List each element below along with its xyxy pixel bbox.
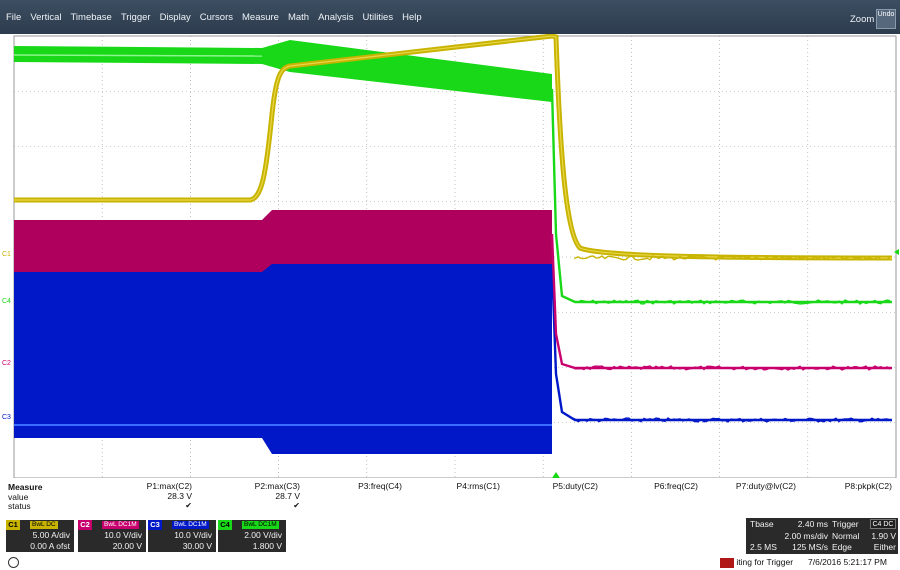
menu-math[interactable]: Math	[288, 12, 309, 23]
channel-c1-marker[interactable]: C1	[2, 251, 11, 258]
measure-param-p6[interactable]: P6:freq(C2)	[618, 481, 698, 492]
measure-param-p7[interactable]: P7:duty@lv(C2)	[716, 481, 796, 492]
trigger-level: 1.90 V	[871, 531, 896, 541]
sample-count: 2.5 MS	[750, 542, 777, 552]
trace-c4-tail	[550, 88, 892, 304]
trace-c3-tail	[550, 263, 892, 422]
trace-c4-center	[13, 54, 263, 57]
timebase-div: 2.00 ms/div	[784, 531, 828, 541]
menu-items: File Vertical Timebase Trigger Display C…	[6, 12, 431, 23]
channel-c2-marker[interactable]: C2	[2, 360, 11, 367]
param-name: P3:freq(C4)	[358, 481, 402, 491]
measure-param-p8[interactable]: P8:pkpk(C2)	[812, 481, 892, 492]
menu-analysis[interactable]: Analysis	[318, 12, 353, 23]
undo-button[interactable]: Undo	[876, 9, 896, 29]
channel-tag: C3	[148, 520, 162, 530]
measure-param-p3[interactable]: P3:freq(C4)	[322, 481, 402, 492]
param-name: P4:rms(C1)	[456, 481, 500, 491]
menu-utilities[interactable]: Utilities	[362, 12, 393, 23]
channel-tag: C2	[78, 520, 92, 530]
trigger-type: Edge	[832, 542, 852, 552]
coupling-badge: BwL DC	[30, 521, 58, 529]
param-name: P5:duty(C2)	[552, 481, 598, 491]
trigger-slope: Either	[873, 542, 896, 552]
coupling-badge: BwL DC1M	[172, 521, 209, 529]
measure-value-row-label: value	[8, 491, 29, 502]
timebase-trigger-panel[interactable]: Tbase 2.40 ms Trigger C4 DC 2.00 ms/div …	[746, 518, 898, 554]
status-bar: iting for Trigger 7/6/2016 5:21:17 PM	[0, 556, 900, 570]
channel-offset: 30.00 V	[182, 541, 212, 551]
channel-scale: 10.0 V/div	[174, 530, 212, 540]
menu-measure[interactable]: Measure	[242, 12, 279, 23]
acquisition-timestamp: 7/6/2016 5:21:17 PM	[808, 557, 887, 567]
measure-status-row-label: status	[8, 501, 31, 511]
channel-offset: 20.00 V	[112, 541, 142, 551]
measure-param-p2[interactable]: P2:max(C3) 28.7 V ✔	[220, 481, 300, 511]
channel-c3-descriptor[interactable]: C3 BwL DC1M 10.0 V/div 30.00 V	[148, 520, 216, 552]
channel-scale: 10.0 V/div	[104, 530, 142, 540]
channel-c3-marker[interactable]: C3	[2, 414, 11, 421]
tbase-label: Tbase	[750, 519, 774, 529]
coupling-badge: BwL DC1M	[242, 521, 279, 529]
trace-c2-band	[14, 210, 552, 272]
lecroy-logo-icon	[8, 557, 19, 568]
measure-param-p4[interactable]: P4:rms(C1)	[420, 481, 500, 492]
trigger-label: Trigger	[832, 519, 859, 529]
trigger-mode: Normal	[832, 531, 860, 541]
channel-offset: 0.00 A ofst	[30, 541, 70, 551]
menu-bar: File Vertical Timebase Trigger Display C…	[0, 0, 900, 34]
channel-offset: 1.800 V	[252, 541, 282, 551]
param-name: P6:freq(C2)	[654, 481, 698, 491]
menu-timebase[interactable]: Timebase	[70, 12, 111, 23]
channel-tag: C1	[6, 520, 20, 530]
traces	[13, 34, 893, 454]
param-name: P7:duty@lv(C2)	[735, 481, 796, 491]
measure-param-p5[interactable]: P5:duty(C2)	[518, 481, 598, 492]
waveform-display[interactable]: C1 C4 C2 C3	[0, 34, 900, 478]
trigger-status: iting for Trigger	[720, 557, 794, 568]
menu-help[interactable]: Help	[402, 12, 422, 23]
param-value: 28.7 V	[275, 490, 300, 501]
tbase-value: 2.40 ms	[797, 519, 828, 529]
trigger-led-icon	[720, 557, 734, 568]
measure-table: Measure value status P1:max(C2) 28.3 V ✔…	[0, 481, 900, 518]
menu-file[interactable]: File	[6, 12, 21, 23]
measure-title: Measure	[8, 482, 43, 492]
param-name: P8:pkpk(C2)	[844, 481, 892, 491]
zoom-label[interactable]: Zoom	[850, 14, 874, 25]
channel-c1-descriptor[interactable]: C1 BwL DC 5.00 A/div 0.00 A ofst	[6, 520, 74, 552]
menu-cursors[interactable]: Cursors	[200, 12, 233, 23]
trigger-position-marker[interactable]	[552, 472, 560, 478]
param-value: 28.3 V	[167, 490, 192, 501]
measure-param-p1[interactable]: P1:max(C2) 28.3 V ✔	[112, 481, 192, 511]
param-status-check: ✔	[293, 501, 300, 510]
channel-c4-descriptor[interactable]: C4 BwL DC1M 2.00 V/div 1.800 V	[218, 520, 286, 552]
coupling-badge: BwL DC1M	[102, 521, 139, 529]
menu-trigger[interactable]: Trigger	[121, 12, 151, 23]
waveform-canvas: C1 C4 C2 C3	[2, 34, 899, 478]
trigger-channel-badge: C4 DC	[870, 519, 896, 529]
param-status-check: ✔	[185, 501, 192, 510]
channel-tag: C4	[218, 520, 232, 530]
channel-c2-descriptor[interactable]: C2 BwL DC1M 10.0 V/div 20.00 V	[78, 520, 146, 552]
channel-scale: 2.00 V/div	[244, 530, 282, 540]
sample-rate: 125 MS/s	[792, 542, 828, 552]
menu-vertical[interactable]: Vertical	[30, 12, 61, 23]
channel-c4-marker[interactable]: C4	[2, 298, 11, 305]
menu-display[interactable]: Display	[160, 12, 191, 23]
channel-scale: 5.00 A/div	[32, 530, 70, 540]
trigger-status-text: iting for Trigger	[736, 557, 794, 567]
